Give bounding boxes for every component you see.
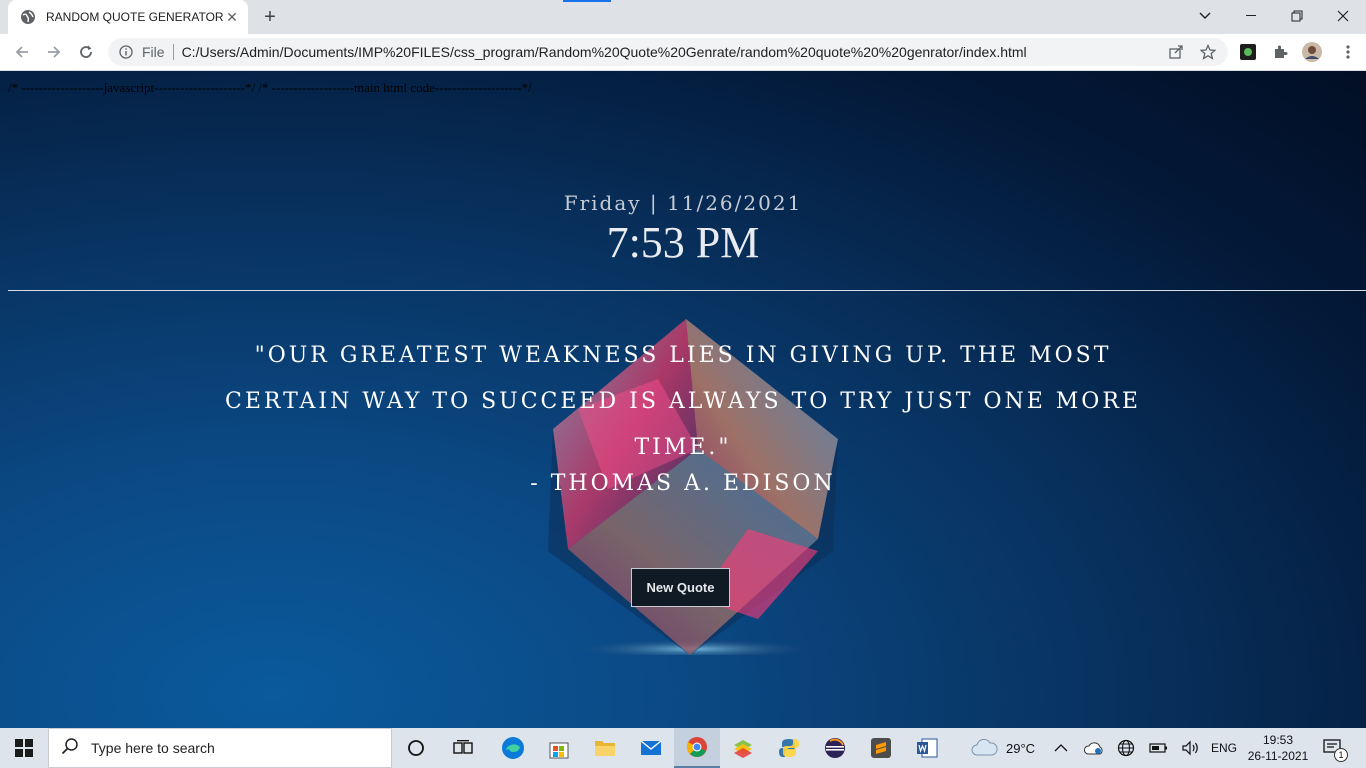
new-quote-button[interactable]: New Quote (631, 568, 730, 607)
quote-author: - THOMAS A. EDISON (530, 471, 836, 496)
notification-count-badge: 1 (1334, 748, 1348, 762)
volume-icon[interactable] (1181, 728, 1201, 768)
close-tab-icon[interactable]: ✕ (224, 9, 240, 25)
show-hidden-icons-button[interactable] (1054, 728, 1068, 768)
language-indicator[interactable]: ENG (1211, 728, 1237, 768)
mail-icon[interactable] (628, 728, 674, 768)
browser-tab[interactable]: RANDOM QUOTE GENERATOR ✕ (8, 0, 248, 34)
restore-button[interactable] (1274, 0, 1320, 32)
sublime-text-icon[interactable] (858, 728, 904, 768)
windows-taskbar: Type here to search 29°C ENG 19:53 26-11… (0, 728, 1366, 768)
close-window-button[interactable] (1320, 0, 1366, 32)
current-time: 7:53 PM (606, 218, 760, 267)
profile-avatar[interactable] (1302, 42, 1322, 62)
current-date: Friday | 11/26/2021 (563, 191, 803, 215)
url-scheme: File (142, 44, 165, 60)
onedrive-sync-icon[interactable] (1084, 728, 1104, 768)
word-icon[interactable] (904, 728, 950, 768)
code-comment-text: /* -------------------javascript--------… (8, 80, 532, 95)
edge-browser-icon[interactable] (490, 728, 536, 768)
chrome-icon[interactable] (674, 728, 720, 768)
globe-icon (20, 9, 36, 25)
scheme-separator (172, 44, 174, 60)
share-icon[interactable] (1166, 42, 1186, 62)
browser-menu-icon[interactable] (1338, 42, 1358, 62)
divider-line (8, 290, 1366, 291)
windows-start-button[interactable] (0, 728, 48, 768)
microsoft-store-icon[interactable] (536, 728, 582, 768)
forward-button[interactable] (40, 38, 68, 66)
new-tab-button[interactable]: + (258, 6, 282, 28)
datetime-block: Friday | 11/26/2021 7:53 PM (0, 191, 1366, 268)
search-icon (61, 737, 79, 760)
bookmark-star-icon[interactable] (1198, 42, 1218, 62)
tab-drag-indicator (563, 0, 611, 2)
eclipse-icon[interactable] (812, 728, 858, 768)
browser-tab-strip: RANDOM QUOTE GENERATOR ✕ + (0, 0, 1366, 34)
battery-icon[interactable] (1149, 728, 1169, 768)
address-bar[interactable]: File C:/Users/Admin/Documents/IMP%20FILE… (108, 38, 1228, 66)
python-icon[interactable] (766, 728, 812, 768)
notification-center-button[interactable]: 1 (1322, 728, 1348, 768)
extension-icon[interactable] (1238, 42, 1258, 62)
url-text[interactable]: C:/Users/Admin/Documents/IMP%20FILES/css… (182, 44, 1027, 60)
weather-widget[interactable]: 29°C (970, 728, 1035, 768)
clock-date: 26-11-2021 (1247, 749, 1309, 763)
page-viewport: /* -------------------javascript--------… (0, 71, 1366, 728)
clock-time: 19:53 (1262, 733, 1294, 747)
extensions-puzzle-icon[interactable] (1270, 42, 1290, 62)
tab-search-icon[interactable] (1182, 0, 1228, 32)
reload-button[interactable] (72, 38, 100, 66)
network-globe-icon[interactable] (1117, 728, 1135, 768)
info-icon[interactable] (118, 44, 134, 60)
back-button[interactable] (8, 38, 36, 66)
tab-title: RANDOM QUOTE GENERATOR (46, 10, 224, 24)
bluestacks-icon[interactable] (720, 728, 766, 768)
weather-temperature: 29°C (1006, 740, 1036, 756)
cloud-icon (970, 738, 998, 759)
task-view-icon[interactable] (440, 728, 486, 768)
quote-text: "Our greatest weakness lies in giving up… (225, 343, 1141, 460)
search-placeholder: Type here to search (91, 740, 215, 756)
file-explorer-icon[interactable] (582, 728, 628, 768)
minimize-button[interactable] (1228, 0, 1274, 32)
taskbar-search-box[interactable]: Type here to search (48, 728, 392, 768)
taskbar-clock[interactable]: 19:53 26-11-2021 (1243, 732, 1313, 764)
browser-toolbar: File C:/Users/Admin/Documents/IMP%20FILE… (0, 34, 1366, 71)
cortana-icon[interactable] (393, 728, 439, 768)
